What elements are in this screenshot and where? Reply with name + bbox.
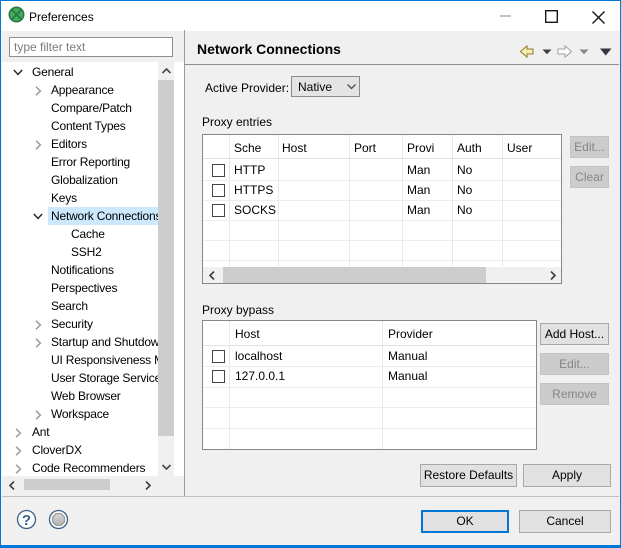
svg-text:?: ?: [22, 512, 31, 529]
